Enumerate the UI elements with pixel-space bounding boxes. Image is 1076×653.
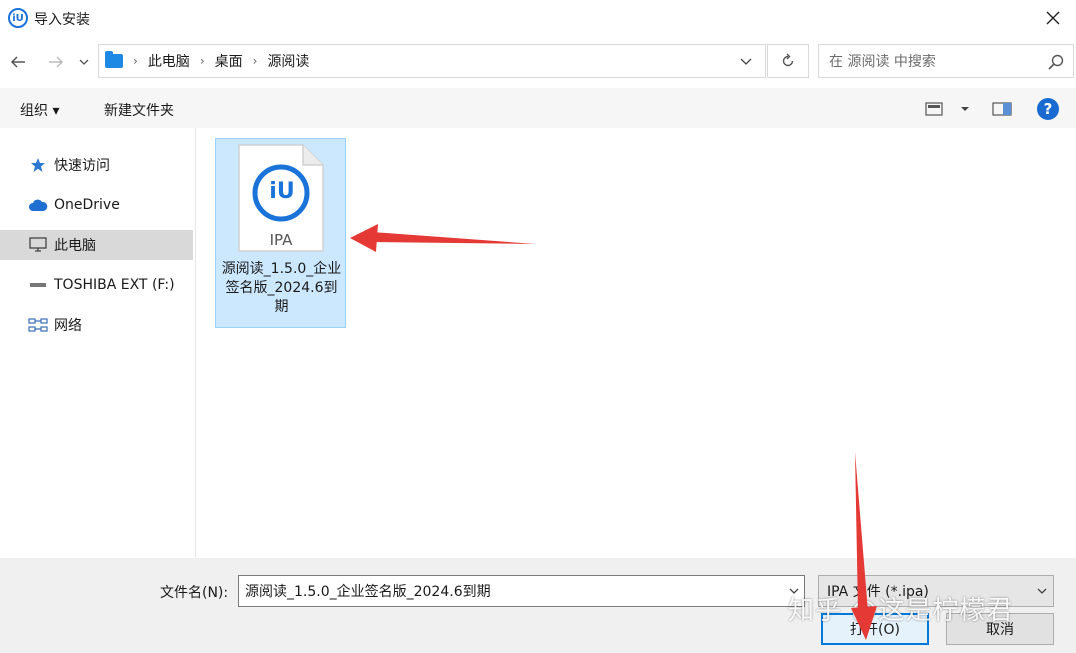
arrow-left-icon	[10, 56, 25, 68]
forward-button[interactable]	[42, 48, 70, 76]
search-icon	[1048, 54, 1064, 70]
window-title: 导入安装	[34, 12, 90, 28]
new-folder-button[interactable]: 新建文件夹	[104, 100, 174, 120]
sidebar-item-quick-access[interactable]: 快速访问	[0, 150, 193, 180]
organize-menu-button[interactable]: 组织 ▾	[20, 100, 59, 120]
sidebar-item-network[interactable]: 网络	[0, 310, 193, 340]
chevron-down-icon	[740, 58, 752, 65]
breadcrumb-this-pc[interactable]: 此电脑	[148, 51, 190, 71]
open-button[interactable]: 打开(O)	[821, 613, 929, 645]
sidebar-item-label: 此电脑	[54, 238, 96, 254]
filetype-dropdown-button[interactable]	[1034, 583, 1050, 599]
chevron-right-icon: ›	[199, 54, 205, 68]
preview-pane-icon	[992, 102, 1012, 116]
chevron-down-icon	[79, 59, 89, 65]
star-icon	[28, 156, 48, 174]
filename-input[interactable]: 源阅读_1.5.0_企业签名版_2024.6到期	[238, 575, 805, 607]
help-button[interactable]: ?	[1037, 98, 1059, 120]
title-bar: iU 导入安装	[0, 0, 1076, 36]
network-icon	[28, 316, 48, 334]
sidebar-item-label: OneDrive	[54, 197, 120, 213]
arrow-right-icon	[49, 56, 64, 68]
breadcrumb-desktop[interactable]: 桌面	[215, 51, 243, 71]
address-bar[interactable]: › 此电脑 › 桌面 › 源阅读	[98, 44, 766, 78]
sidebar-item-onedrive[interactable]: OneDrive	[0, 190, 193, 220]
filetype-select[interactable]: IPA 文件 (*.ipa)	[818, 575, 1054, 607]
refresh-icon	[782, 53, 794, 67]
close-icon	[1046, 11, 1060, 25]
filename-label: 文件名(N):	[160, 585, 229, 601]
drive-icon	[28, 276, 48, 294]
filetype-value: IPA 文件 (*.ipa)	[827, 584, 929, 600]
cloud-icon	[28, 196, 48, 214]
close-button[interactable]	[1030, 0, 1076, 36]
cancel-button[interactable]: 取消	[946, 613, 1054, 645]
file-item[interactable]: iU IPA 源阅读_1.5.0_企业签名版_2024.6到期	[215, 138, 346, 328]
file-icon-logo: iU	[269, 179, 295, 204]
sidebar-item-this-pc[interactable]: 此电脑	[0, 230, 193, 260]
sidebar-item-toshiba-drive[interactable]: TOSHIBA EXT (F:)	[0, 270, 193, 300]
help-icon: ?	[1043, 100, 1053, 118]
chevron-down-icon	[1037, 588, 1047, 594]
chevron-right-icon: ›	[252, 54, 258, 68]
chevron-down-icon	[789, 588, 799, 594]
address-dropdown-button[interactable]	[732, 49, 760, 75]
search-input[interactable]: 在 源阅读 中搜索	[818, 44, 1074, 78]
caret-down-icon	[961, 107, 969, 111]
app-logo-icon: iU	[8, 8, 28, 28]
folder-icon	[105, 51, 123, 68]
filename-value: 源阅读_1.5.0_企业签名版_2024.6到期	[245, 584, 491, 600]
file-icon-extension: IPA	[269, 231, 293, 249]
preview-pane-button[interactable]	[992, 98, 1012, 120]
file-name: 源阅读_1.5.0_企业签名版_2024.6到期	[221, 261, 342, 315]
sidebar-item-label: 快速访问	[54, 158, 110, 174]
sidebar-item-label: TOSHIBA EXT (F:)	[54, 277, 175, 293]
view-options-button[interactable]	[925, 98, 971, 120]
recent-locations-button[interactable]	[74, 48, 94, 76]
filename-history-dropdown[interactable]	[786, 582, 802, 600]
computer-icon	[28, 236, 48, 254]
search-placeholder: 在 源阅读 中搜索	[829, 54, 936, 70]
chevron-right-icon: ›	[133, 54, 138, 68]
breadcrumb-current-folder[interactable]: 源阅读	[267, 51, 309, 71]
view-icon	[925, 102, 943, 116]
sidebar-item-label: 网络	[54, 318, 82, 334]
back-button[interactable]	[4, 48, 32, 76]
refresh-button[interactable]	[767, 44, 809, 78]
